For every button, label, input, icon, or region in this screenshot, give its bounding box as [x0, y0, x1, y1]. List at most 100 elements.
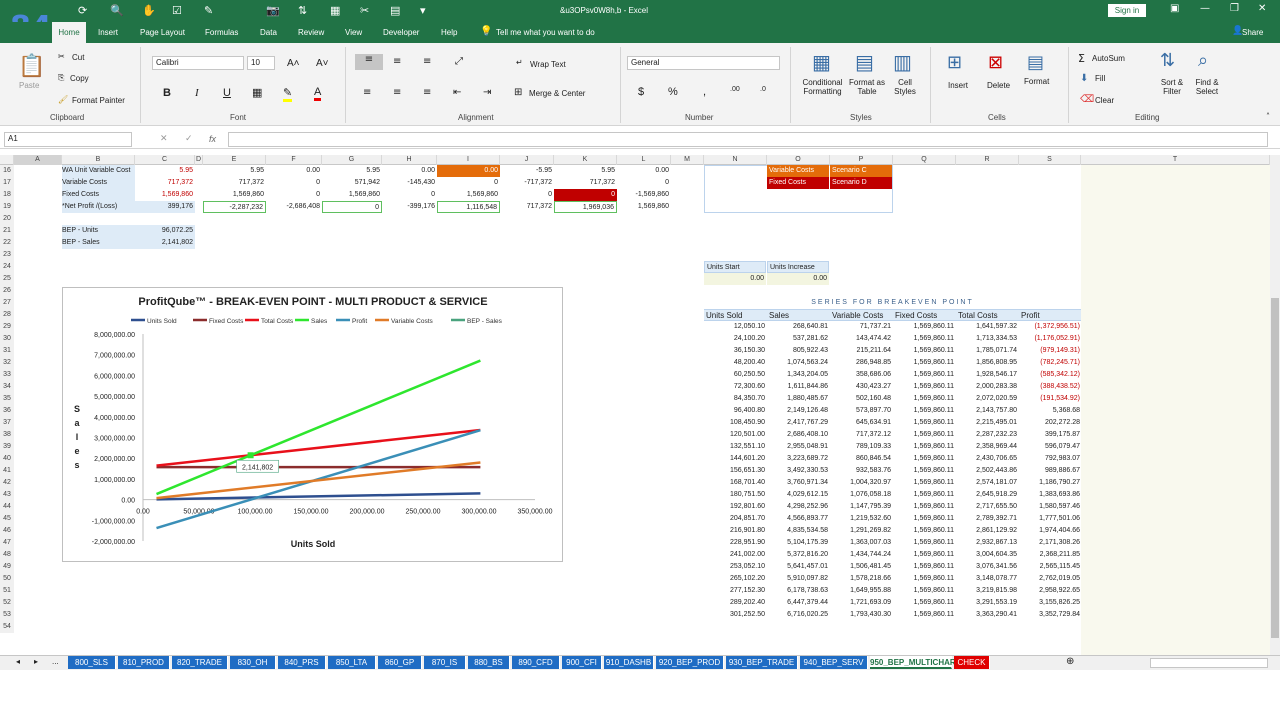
- copy-button[interactable]: Copy: [70, 74, 89, 83]
- series-cell[interactable]: 228,951.90: [704, 537, 765, 549]
- cut-button[interactable]: Cut: [72, 53, 84, 62]
- sheet-tab[interactable]: 870_IS: [424, 656, 466, 669]
- series-cell[interactable]: 789,109.33: [830, 441, 891, 453]
- series-cell[interactable]: 3,155,826.25: [1019, 597, 1080, 609]
- row-header[interactable]: 21: [0, 225, 14, 237]
- series-cell[interactable]: 1,641,597.32: [956, 321, 1017, 333]
- series-cell[interactable]: 2,686,408.10: [767, 429, 828, 441]
- minimize-icon[interactable]: —: [1200, 3, 1210, 14]
- tool-icon[interactable]: ✎: [204, 4, 213, 17]
- row-header[interactable]: 30: [0, 333, 14, 345]
- series-cell[interactable]: 3,760,971.34: [767, 477, 828, 489]
- series-cell[interactable]: (1,372,956.51): [1019, 321, 1080, 333]
- row-header[interactable]: 52: [0, 597, 14, 609]
- cell[interactable]: -2,686,408: [266, 201, 320, 213]
- cell[interactable]: 5.95: [135, 165, 193, 177]
- series-cell[interactable]: 5,372,816.20: [767, 549, 828, 561]
- series-cell[interactable]: 1,611,844.86: [767, 381, 828, 393]
- series-cell[interactable]: 1,569,860.11: [893, 489, 954, 501]
- series-cell[interactable]: 1,186,790.27: [1019, 477, 1080, 489]
- sheet-tab[interactable]: 810_PROD: [118, 656, 170, 669]
- cell[interactable]: 0: [554, 189, 617, 201]
- series-cell[interactable]: 358,686.06: [830, 369, 891, 381]
- align-top-icon[interactable]: ≡: [355, 54, 383, 70]
- series-cell[interactable]: 84,350.70: [704, 393, 765, 405]
- paste-qat-icon[interactable]: ▤: [390, 4, 400, 17]
- series-cell[interactable]: 1,219,532.60: [830, 513, 891, 525]
- series-cell[interactable]: 3,352,729.84: [1019, 609, 1080, 621]
- row-header[interactable]: 44: [0, 501, 14, 513]
- series-cell[interactable]: 1,076,058.18: [830, 489, 891, 501]
- series-cell[interactable]: 301,252.50: [704, 609, 765, 621]
- cell[interactable]: 0.00: [617, 165, 669, 177]
- series-cell[interactable]: 1,569,860.11: [893, 477, 954, 489]
- row-header[interactable]: 29: [0, 321, 14, 333]
- row-header[interactable]: 42: [0, 477, 14, 489]
- series-cell[interactable]: 60,250.50: [704, 369, 765, 381]
- row-header[interactable]: 32: [0, 357, 14, 369]
- series-cell[interactable]: 108,450.90: [704, 417, 765, 429]
- series-cell[interactable]: 12,050.10: [704, 321, 765, 333]
- increase-font-icon[interactable]: A˄: [287, 58, 300, 69]
- series-cell[interactable]: 1,856,808.95: [956, 357, 1017, 369]
- series-cell[interactable]: 2,358,969.44: [956, 441, 1017, 453]
- row-header[interactable]: 31: [0, 345, 14, 357]
- sheet-tab[interactable]: 920_BEP_PROD: [656, 656, 724, 669]
- cell-styles-button[interactable]: Cell Styles: [892, 78, 918, 96]
- series-cell[interactable]: 216,901.80: [704, 525, 765, 537]
- row-header[interactable]: 48: [0, 549, 14, 561]
- series-cell[interactable]: 2,000,283.38: [956, 381, 1017, 393]
- camera-icon[interactable]: 📷: [266, 4, 280, 17]
- series-cell[interactable]: 6,447,379.44: [767, 597, 828, 609]
- series-cell[interactable]: 120,501.00: [704, 429, 765, 441]
- save-icon[interactable]: ⟳: [78, 4, 87, 17]
- align-right-icon[interactable]: ≡: [423, 87, 431, 98]
- tab-review[interactable]: Review: [298, 28, 324, 37]
- column-header[interactable]: S: [1019, 155, 1081, 165]
- series-cell[interactable]: 1,580,597.46: [1019, 501, 1080, 513]
- row-header[interactable]: 51: [0, 585, 14, 597]
- cell[interactable]: 0: [266, 189, 320, 201]
- series-cell[interactable]: 71,737.21: [830, 321, 891, 333]
- sheet-tab[interactable]: 940_BEP_SERV: [800, 656, 868, 669]
- series-cell[interactable]: 537,281.62: [767, 333, 828, 345]
- series-cell[interactable]: 156,651.30: [704, 465, 765, 477]
- series-cell[interactable]: 253,052.10: [704, 561, 765, 573]
- column-header[interactable]: N: [704, 155, 767, 165]
- series-cell[interactable]: 1,147,795.39: [830, 501, 891, 513]
- series-cell[interactable]: 241,002.00: [704, 549, 765, 561]
- series-cell[interactable]: 1,383,693.86: [1019, 489, 1080, 501]
- sheet-tab[interactable]: 910_DASHB: [604, 656, 654, 669]
- scenario-fix-value[interactable]: Scenario D: [830, 177, 892, 189]
- delete-cells-button[interactable]: Delete: [987, 81, 1010, 90]
- borders-icon[interactable]: ▦: [252, 86, 262, 99]
- series-cell[interactable]: 399,175.87: [1019, 429, 1080, 441]
- cell[interactable]: -717,372: [500, 177, 552, 189]
- row-header[interactable]: 24: [0, 261, 14, 273]
- series-cell[interactable]: (1,176,052.91): [1019, 333, 1080, 345]
- series-cell[interactable]: 4,298,252.96: [767, 501, 828, 513]
- column-header[interactable]: F: [266, 155, 322, 165]
- row-header[interactable]: 22: [0, 237, 14, 249]
- series-cell[interactable]: 2,430,706.65: [956, 453, 1017, 465]
- align-center-icon[interactable]: ≡: [393, 87, 401, 98]
- cut-qat-icon[interactable]: ✂: [360, 4, 369, 17]
- more-sheets[interactable]: ...: [52, 657, 59, 666]
- percent-icon[interactable]: %: [668, 86, 678, 98]
- series-cell[interactable]: 2,762,019.05: [1019, 573, 1080, 585]
- row-header[interactable]: 19: [0, 201, 14, 213]
- insert-cells-button[interactable]: Insert: [948, 81, 968, 90]
- series-cell[interactable]: 1,569,860.11: [893, 453, 954, 465]
- select-all[interactable]: [0, 155, 14, 165]
- bep-units-value[interactable]: 96,072.25: [135, 225, 195, 237]
- cell[interactable]: 1,569,860: [322, 189, 380, 201]
- scenario-var-value[interactable]: Scenario C: [830, 165, 892, 177]
- column-header[interactable]: L: [617, 155, 671, 165]
- series-cell[interactable]: 3,363,290.41: [956, 609, 1017, 621]
- italic-icon[interactable]: I: [195, 87, 199, 99]
- series-cell[interactable]: (388,438.52): [1019, 381, 1080, 393]
- row-header[interactable]: 20: [0, 213, 14, 225]
- series-cell[interactable]: 805,922.43: [767, 345, 828, 357]
- next-sheet-icon[interactable]: ▸: [34, 657, 38, 666]
- series-cell[interactable]: 717,372.12: [830, 429, 891, 441]
